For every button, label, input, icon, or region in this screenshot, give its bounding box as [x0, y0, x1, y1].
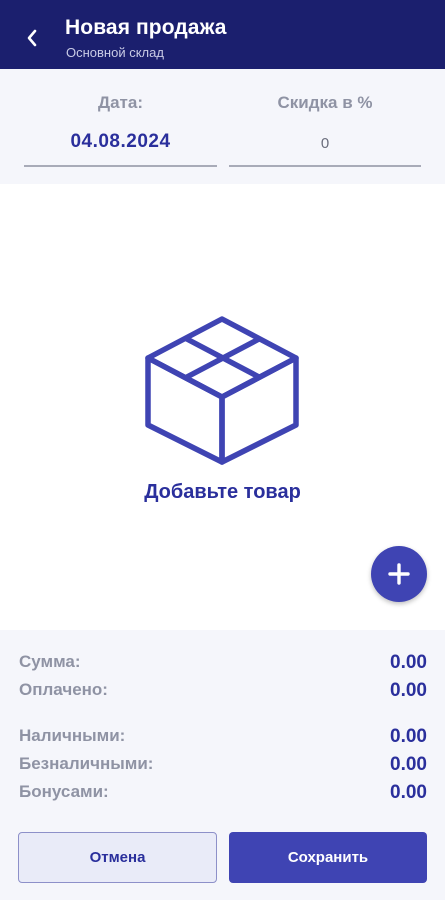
- summary-row-cashless: Безналичными: 0.00: [19, 754, 427, 778]
- discount-label: Скидка в %: [277, 93, 373, 112]
- app-bar: Новая продажа Основной склад: [0, 0, 445, 69]
- page-title: Новая продажа: [65, 16, 227, 39]
- product-list-empty: Добавьте товар: [0, 184, 445, 630]
- page-subtitle: Основной склад: [66, 45, 164, 60]
- summary-row-bonuses: Бонусами: 0.00: [19, 782, 427, 806]
- payment-summary: Сумма: 0.00 Оплачено: 0.00 Наличными: 0.…: [0, 630, 445, 900]
- discount-field[interactable]: Скидка в %: [229, 69, 421, 184]
- cancel-button[interactable]: Отмена: [18, 832, 217, 883]
- save-button[interactable]: Сохранить: [229, 832, 427, 883]
- discount-underline: [229, 165, 421, 167]
- box-icon: [145, 316, 299, 465]
- paid-label: Оплачено:: [19, 680, 108, 699]
- sale-fields: Дата: 04.08.2024 Скидка в %: [0, 69, 445, 184]
- chevron-left-icon: [27, 29, 37, 47]
- date-label: Дата:: [97, 93, 143, 112]
- paid-value: 0.00: [390, 680, 427, 701]
- add-product-button[interactable]: [371, 546, 427, 602]
- cash-label: Наличными:: [19, 726, 126, 745]
- total-label: Сумма:: [19, 652, 81, 671]
- discount-input[interactable]: [229, 129, 421, 157]
- date-value[interactable]: 04.08.2024: [24, 131, 217, 153]
- cashless-value: 0.00: [390, 754, 427, 775]
- summary-row-paid: Оплачено: 0.00: [19, 680, 427, 704]
- empty-state-label: Добавьте товар: [144, 481, 301, 503]
- bonuses-value: 0.00: [390, 782, 427, 803]
- date-field[interactable]: Дата: 04.08.2024: [24, 69, 217, 184]
- date-underline: [24, 165, 217, 167]
- summary-row-total: Сумма: 0.00: [19, 652, 427, 676]
- total-value: 0.00: [390, 652, 427, 673]
- back-button[interactable]: [14, 20, 50, 56]
- cash-value: 0.00: [390, 726, 427, 747]
- bonuses-label: Бонусами:: [19, 782, 109, 801]
- summary-row-cash: Наличными: 0.00: [19, 726, 427, 750]
- plus-icon: [388, 563, 410, 585]
- cashless-label: Безналичными:: [19, 754, 154, 773]
